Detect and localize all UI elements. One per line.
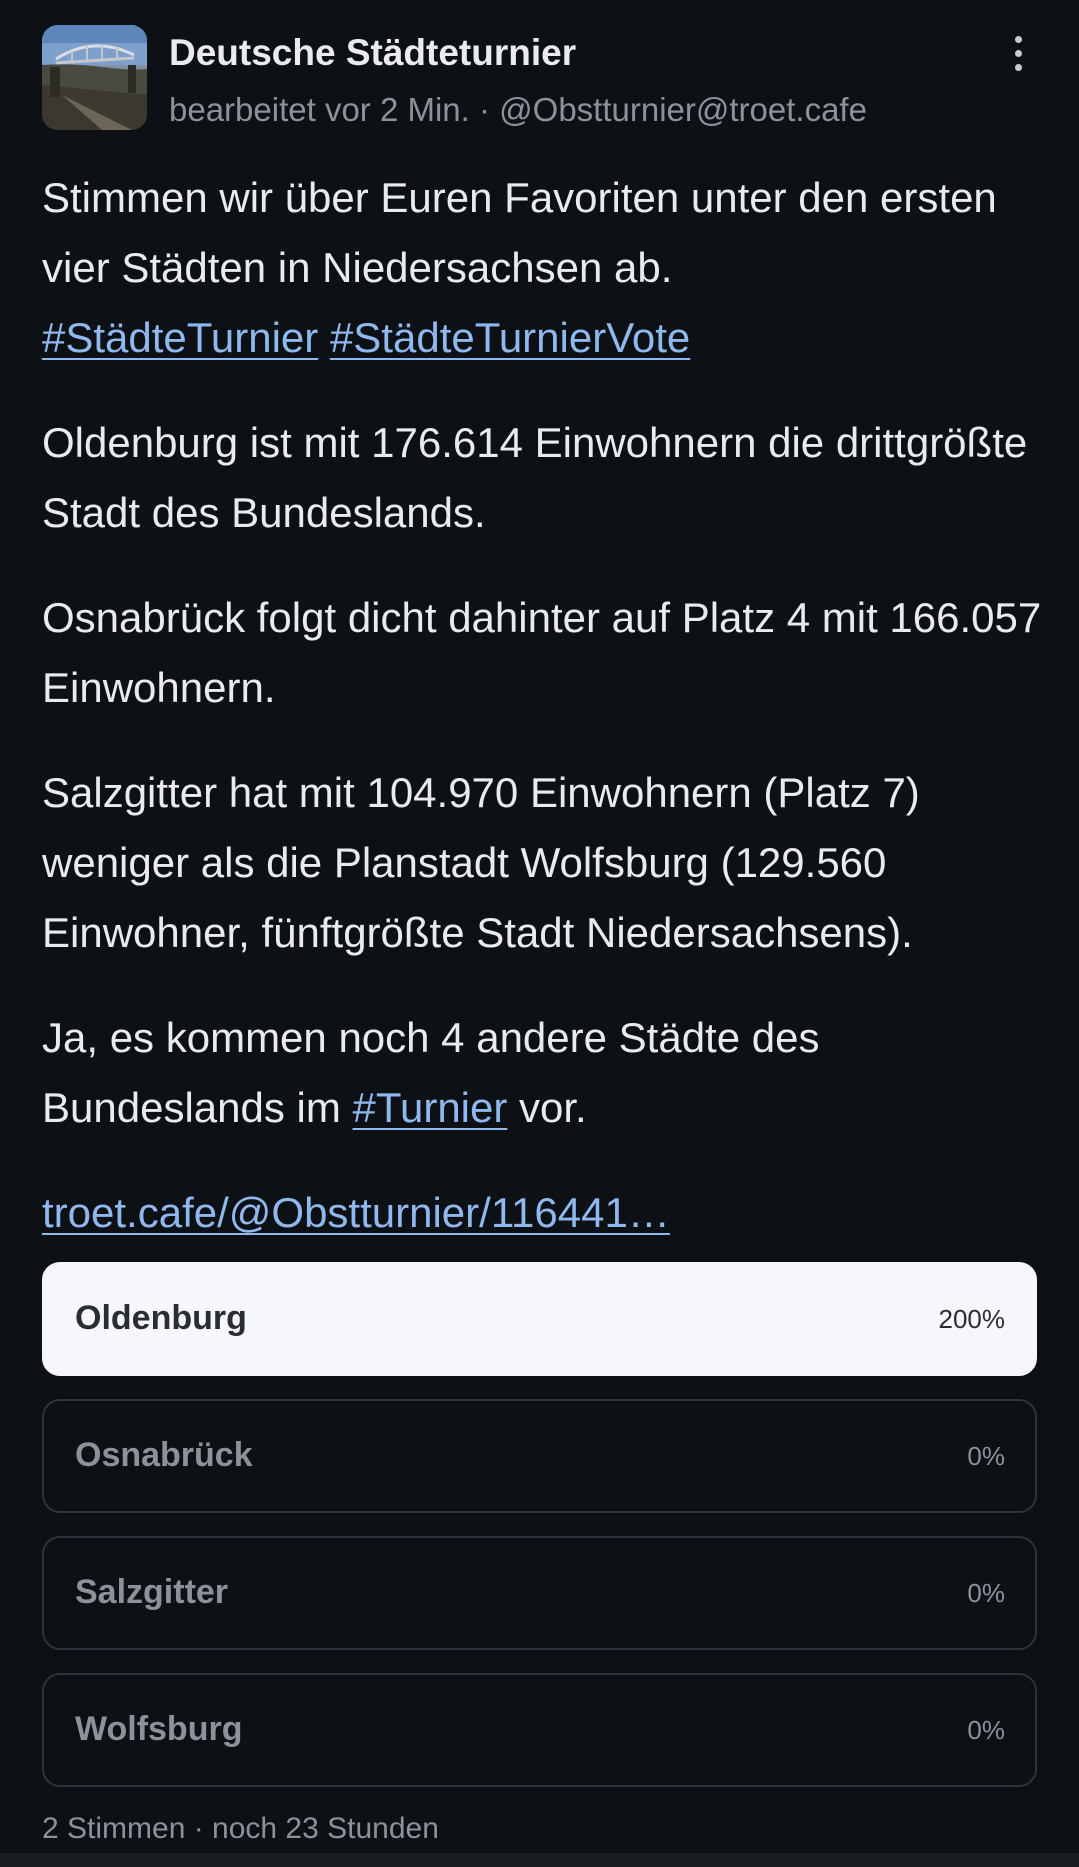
hashtag-turnier[interactable]: #Turnier — [353, 1084, 508, 1131]
poll-option-wolfsburg[interactable]: Wolfsburg 0% — [42, 1673, 1037, 1787]
more-vertical-icon[interactable] — [998, 29, 1038, 77]
poll-footer: 2 Stimmen · noch 23 Stunden — [42, 1812, 439, 1845]
post-meta: bearbeitet vor 2 Min. · @Obstturnier@tro… — [169, 91, 867, 128]
poll-option-label: Salzgitter — [75, 1573, 229, 1611]
paragraph-turnier: Ja, es kommen noch 4 andere Städte des B… — [42, 1014, 820, 1131]
post-header: Deutsche Städteturnier bearbeitet vor 2 … — [42, 25, 1042, 131]
external-link[interactable]: troet.cafe/@Obstturnier/116441… — [42, 1189, 670, 1236]
poll-option-oldenburg[interactable]: Oldenburg 200% — [42, 1262, 1037, 1376]
paragraph-oldenburg: Oldenburg ist mit 176.614 Einwohnern die… — [42, 419, 1028, 536]
paragraph-link: troet.cafe/@Obstturnier/116441… — [42, 1178, 1042, 1248]
hashtag-staedteturniervote[interactable]: #StädteTurnierVote — [330, 314, 690, 361]
poll-option-label: Osnabrück — [75, 1436, 253, 1474]
poll-option-percent: 0% — [967, 1715, 1005, 1745]
poll-option-label: Wolfsburg — [75, 1710, 243, 1748]
paragraph-osnabrueck: Osnabrück folgt dicht dahinter auf Platz… — [42, 594, 1042, 711]
poll-option-salzgitter[interactable]: Salzgitter 0% — [42, 1536, 1037, 1650]
bridge-photo-icon — [42, 25, 147, 130]
poll-option-osnabrueck[interactable]: Osnabrück 0% — [42, 1399, 1037, 1513]
poll-option-percent: 200% — [938, 1304, 1006, 1334]
author-name[interactable]: Deutsche Städteturnier — [169, 32, 576, 74]
bottom-divider — [0, 1853, 1079, 1867]
hashtag-staedteturnier[interactable]: #StädteTurnier — [42, 314, 318, 361]
post-content: Stimmen wir über Euren Favoriten unter d… — [42, 163, 1042, 1283]
avatar[interactable] — [42, 25, 147, 130]
paragraph-salzgitter: Salzgitter hat mit 104.970 Einwohnern (P… — [42, 769, 920, 956]
paragraph-intro: Stimmen wir über Euren Favoriten unter d… — [42, 174, 997, 361]
poll-option-percent: 0% — [967, 1441, 1005, 1471]
poll-option-percent: 0% — [967, 1578, 1005, 1608]
status-post: Deutsche Städteturnier bearbeitet vor 2 … — [0, 0, 1079, 1867]
poll: Oldenburg 200% Osnabrück 0% Salzgitter 0… — [42, 1262, 1037, 1810]
poll-option-label: Oldenburg — [75, 1299, 247, 1337]
